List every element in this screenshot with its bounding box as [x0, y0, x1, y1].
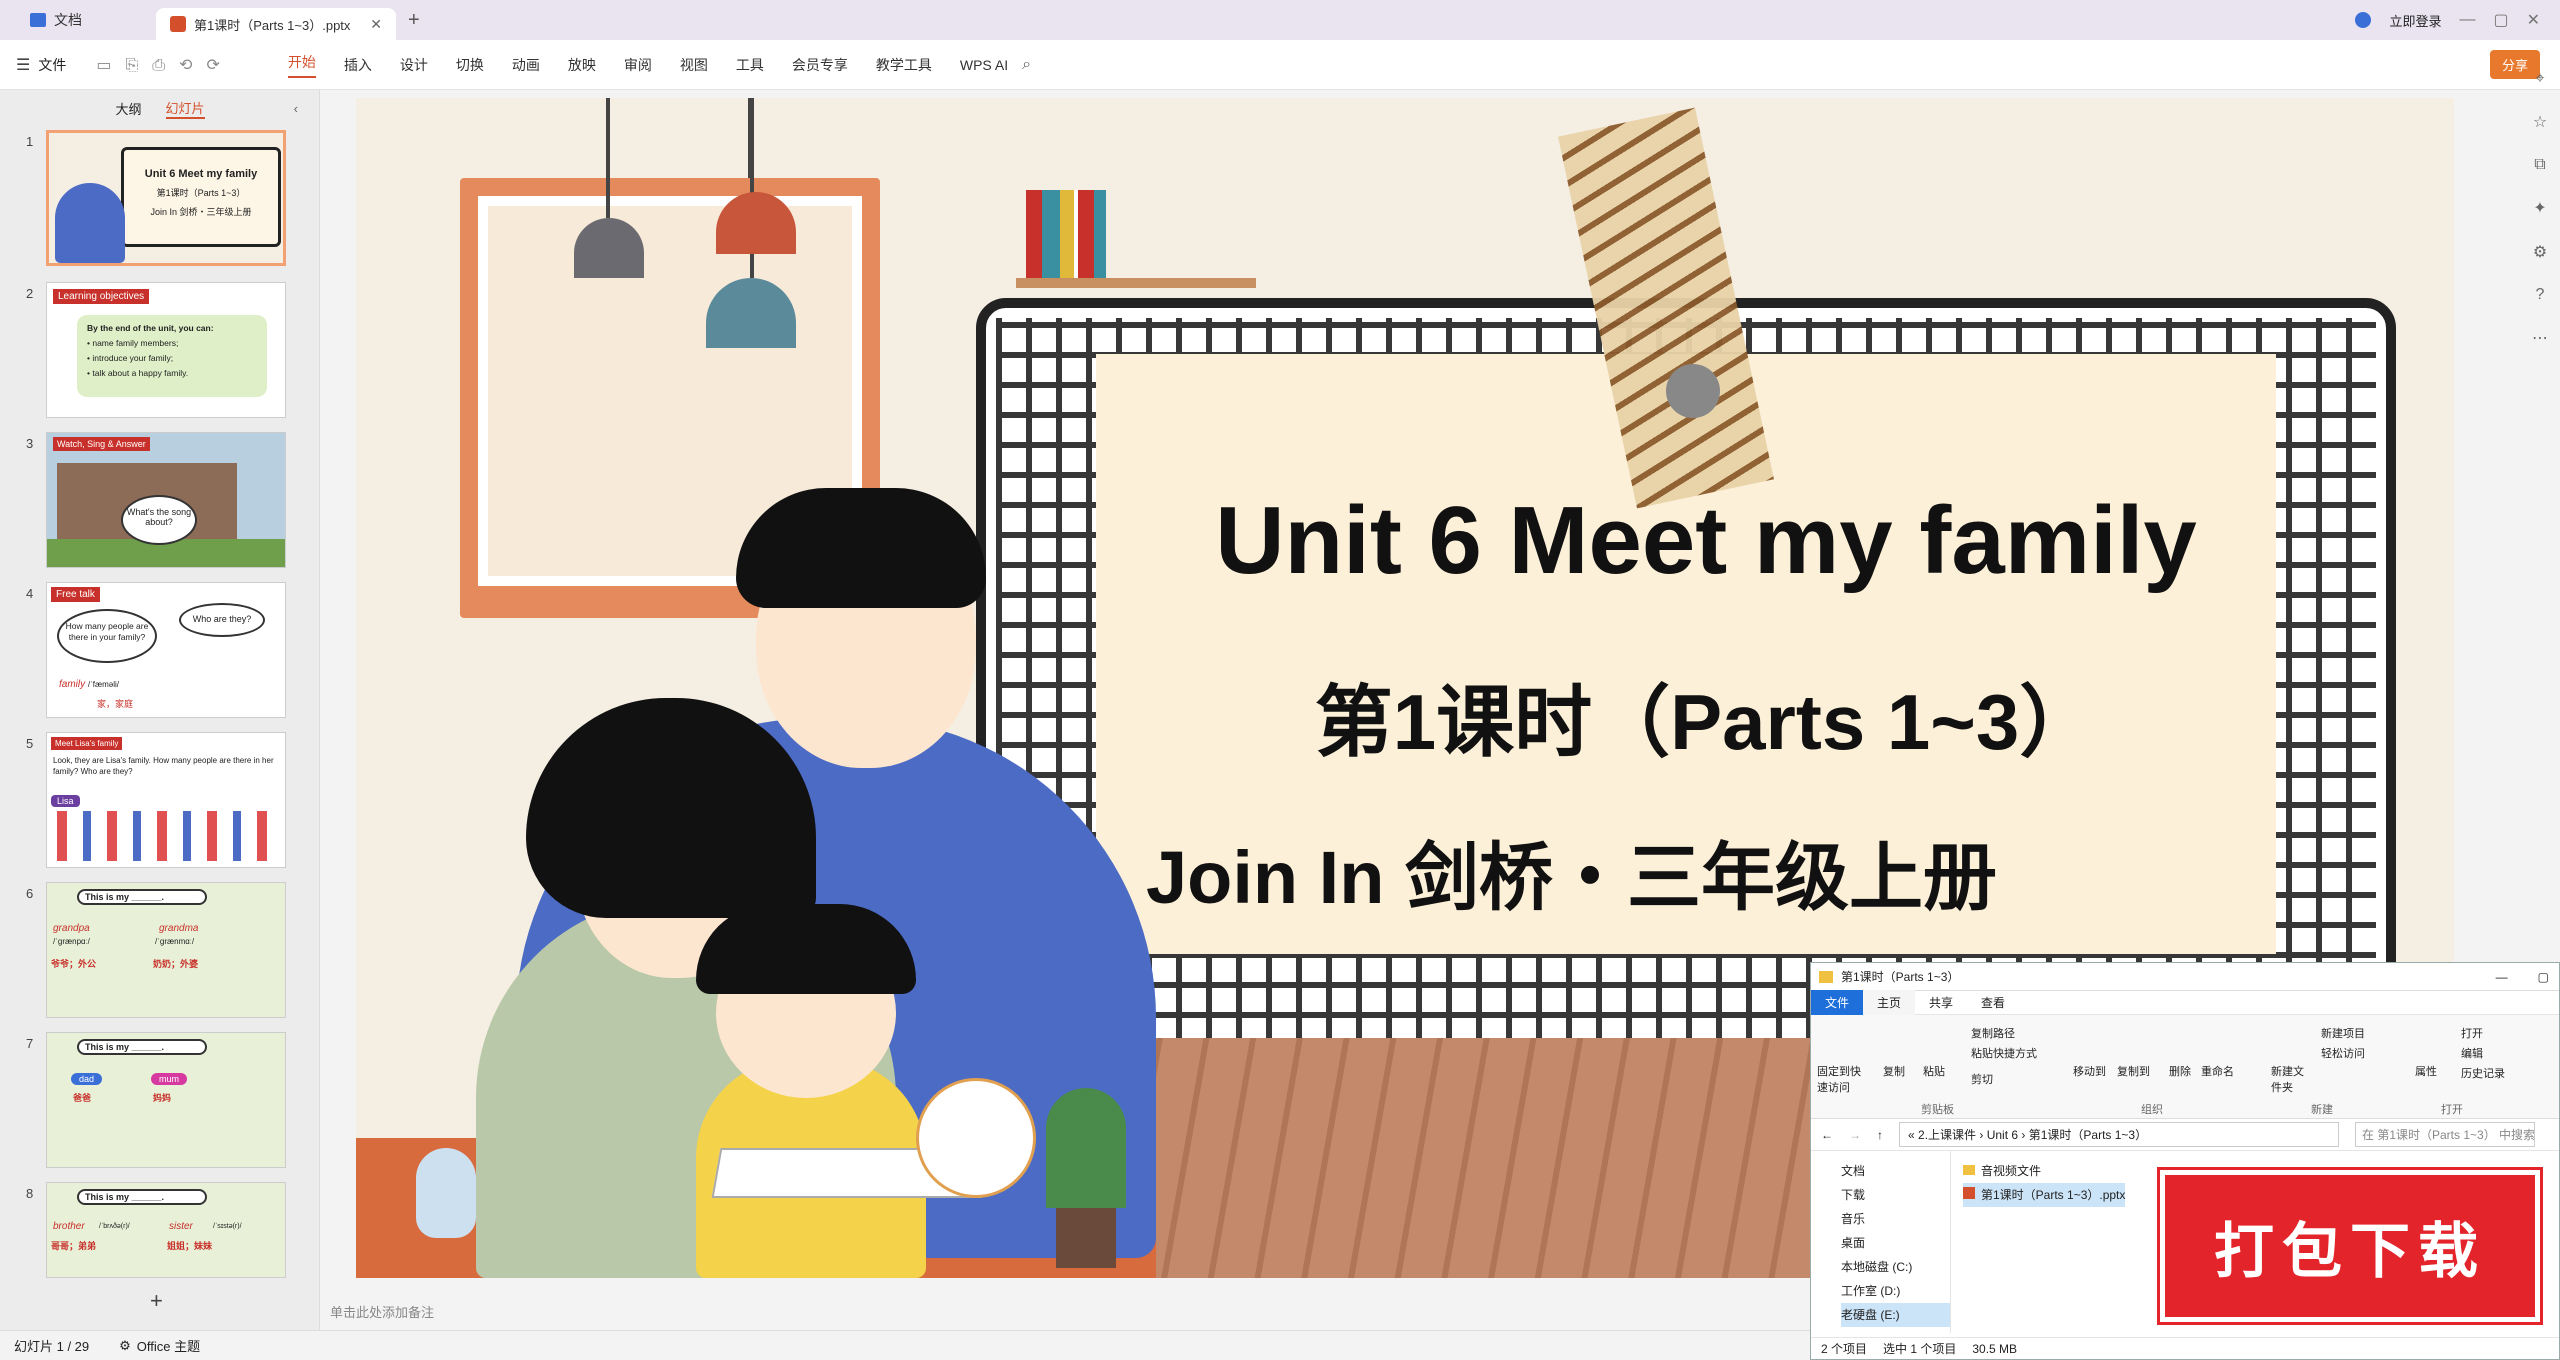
star-icon[interactable]: ☆: [2533, 112, 2547, 132]
family-illustration: [55, 183, 125, 263]
lamp-icon: [748, 98, 752, 178]
title-bar: 文档 第1课时（Parts 1~3）.pptx ✕ + 立即登录 — ▢ ✕: [0, 0, 2560, 40]
user-icon: [2355, 12, 2372, 28]
tab-wps-ai[interactable]: WPS AI: [960, 57, 1008, 73]
list-item[interactable]: 音视频文件: [1963, 1159, 2125, 1183]
toolbar-icons[interactable]: ▭⎘⎙⟲⟳: [96, 55, 234, 75]
explorer-status: 2 个项目 选中 1 个项目 30.5 MB: [1811, 1337, 2559, 1359]
explorer-maximize-icon[interactable]: ▢: [2538, 970, 2549, 984]
slide-thumb-7[interactable]: This is my ______. dad mum 爸爸 妈妈: [46, 1032, 286, 1168]
notes-area[interactable]: 单击此处添加备注: [330, 1302, 434, 1321]
theme-icon: ⚙: [119, 1337, 131, 1353]
add-slide-icon[interactable]: +: [150, 1288, 163, 1314]
ribbon: ☰ 文件 ▭⎘⎙⟲⟳ 开始 插入 设计 切换 动画 放映 审阅 视图 工具 会员…: [0, 40, 2560, 90]
tab-transition[interactable]: 切换: [456, 55, 484, 75]
minimize-icon[interactable]: —: [2459, 11, 2475, 29]
collapse-icon[interactable]: ‹: [294, 101, 298, 116]
more-icon[interactable]: ⋯: [2532, 328, 2548, 348]
explorer-minimize-icon[interactable]: —: [2496, 970, 2508, 984]
file-tab[interactable]: 第1课时（Parts 1~3）.pptx ✕: [156, 8, 396, 40]
tab-home[interactable]: 开始: [287, 52, 316, 78]
tab-insert[interactable]: 插入: [344, 55, 372, 75]
slide-counter: 幻灯片 1 / 29: [14, 1339, 90, 1354]
slide-subtitle[interactable]: 第1课时（Parts 1~3）: [1146, 660, 2266, 772]
nav-item[interactable]: 音乐: [1841, 1207, 1950, 1231]
nav-item[interactable]: 工作室 (D:): [1841, 1279, 1950, 1303]
slide-thumb-4[interactable]: Free talk How many people are there in y…: [46, 582, 286, 718]
tab-outline[interactable]: 大纲: [115, 99, 141, 118]
search-input[interactable]: 在 第1课时（Parts 1~3） 中搜索: [2355, 1122, 2535, 1147]
nav-item[interactable]: 本地磁盘 (C:): [1841, 1255, 1950, 1279]
explorer-tab-file[interactable]: 文件: [1811, 990, 1864, 1015]
right-toolbar: ⌖ ☆ ⧉ ✦ ⚙ ? ⋯: [2520, 70, 2560, 490]
tab-member[interactable]: 会员专享: [792, 55, 848, 75]
slide-thumb-1[interactable]: Unit 6 Meet my family 第1课时（Parts 1~3） Jo…: [46, 130, 286, 266]
books-icon: [1026, 190, 1106, 278]
tab-teaching[interactable]: 教学工具: [876, 55, 932, 75]
slide-subtitle-2[interactable]: Join In 剑桥・三年级上册: [1146, 818, 2266, 925]
explorer-tab-home[interactable]: 主页: [1863, 990, 1916, 1015]
select-icon[interactable]: ⌖: [2535, 70, 2544, 88]
copy-icon[interactable]: ⧉: [2534, 156, 2545, 174]
nav-item[interactable]: 老硬盘 (E:): [1841, 1303, 1950, 1327]
tab-animation[interactable]: 动画: [512, 55, 540, 75]
address-bar[interactable]: ← → ↑ « 2.上课课件 › Unit 6 › 第1课时（Parts 1~3…: [1811, 1119, 2559, 1151]
menu-icon[interactable]: ☰: [16, 55, 30, 75]
pin-icon: [1666, 364, 1720, 418]
explorer-title: 第1课时（Parts 1~3）: [1841, 970, 1960, 984]
file-menu[interactable]: 文件: [38, 55, 66, 75]
tab-slideshow[interactable]: 放映: [568, 55, 596, 75]
window-close-icon[interactable]: ✕: [2527, 10, 2540, 30]
nav-pane: 文档 下载 音乐 桌面 本地磁盘 (C:) 工作室 (D:) 老硬盘 (E:): [1811, 1151, 1951, 1333]
settings-icon[interactable]: ⚙: [2533, 242, 2547, 262]
nav-item[interactable]: 下载: [1841, 1183, 1950, 1207]
slide-thumb-2[interactable]: Learning objectives By the end of the un…: [46, 282, 286, 418]
tab-slides[interactable]: 幻灯片: [165, 98, 205, 119]
cat-figure: [916, 1078, 1036, 1198]
flower-vase-icon: [416, 1148, 476, 1238]
back-icon[interactable]: ←: [1821, 1128, 1833, 1142]
ppt-icon: [1963, 1187, 1975, 1199]
slide-title[interactable]: Unit 6 Meet my family: [1146, 486, 2266, 596]
slide-thumb-8[interactable]: This is my ______. brother /ˈbrʌðə(r)/ s…: [46, 1182, 286, 1278]
plant-icon: [1046, 1088, 1126, 1208]
search-icon[interactable]: ⌕: [1022, 56, 1031, 74]
explorer-tab-share[interactable]: 共享: [1915, 990, 1967, 1015]
slides-panel: 大纲 幻灯片 ‹ 1 Unit 6 Meet my family 第1课时（Pa…: [0, 90, 320, 1330]
explorer-tab-view[interactable]: 查看: [1967, 990, 2019, 1015]
folder-icon: [1963, 1165, 1975, 1175]
login-link[interactable]: 立即登录: [2389, 11, 2441, 30]
new-tab-icon[interactable]: +: [408, 9, 420, 32]
maximize-icon[interactable]: ▢: [2493, 10, 2508, 30]
tab-view[interactable]: 视图: [680, 55, 708, 75]
girl-hair: [696, 904, 916, 994]
tab-review[interactable]: 审阅: [624, 55, 652, 75]
slide-thumb-3[interactable]: Watch, Sing & Answer What's the song abo…: [46, 432, 286, 568]
dad-hair: [736, 488, 986, 608]
ppt-icon: [170, 16, 186, 32]
help-icon[interactable]: ?: [2536, 286, 2545, 304]
breadcrumb[interactable]: « 2.上课课件 › Unit 6 › 第1课时（Parts 1~3）: [1899, 1122, 2339, 1147]
pot-icon: [1056, 1208, 1116, 1268]
forward-icon[interactable]: →: [1849, 1128, 1861, 1142]
tab-tools[interactable]: 工具: [736, 55, 764, 75]
lamp-icon: [606, 98, 610, 218]
file-list: 音视频文件 第1课时（Parts 1~3）.pptx: [1951, 1151, 2137, 1333]
list-item[interactable]: 第1课时（Parts 1~3）.pptx: [1963, 1183, 2126, 1207]
slide-thumb-5[interactable]: Meet Lisa's family Look, they are Lisa's…: [46, 732, 286, 868]
sparkle-icon[interactable]: ✦: [2533, 198, 2546, 218]
download-banner[interactable]: 打包下载: [2160, 1170, 2540, 1322]
folder-icon: [1819, 970, 1833, 983]
tab-design[interactable]: 设计: [400, 55, 428, 75]
slide-thumb-6[interactable]: This is my ______. grandpa /ˈɡrænpɑː/ gr…: [46, 882, 286, 1018]
close-icon[interactable]: ✕: [370, 16, 382, 33]
nav-item[interactable]: 文档: [1841, 1159, 1950, 1183]
theme-label[interactable]: Office 主题: [137, 1336, 200, 1355]
explorer-ribbon: 固定到快速访问 复制 粘贴 复制路径 粘贴快捷方式 剪切 移动到 复制到 删除 …: [1811, 1015, 2559, 1119]
home-icon: [30, 13, 46, 27]
up-icon[interactable]: ↑: [1877, 1128, 1883, 1142]
home-tab[interactable]: 文档: [16, 4, 96, 36]
nav-item[interactable]: 桌面: [1841, 1231, 1950, 1255]
